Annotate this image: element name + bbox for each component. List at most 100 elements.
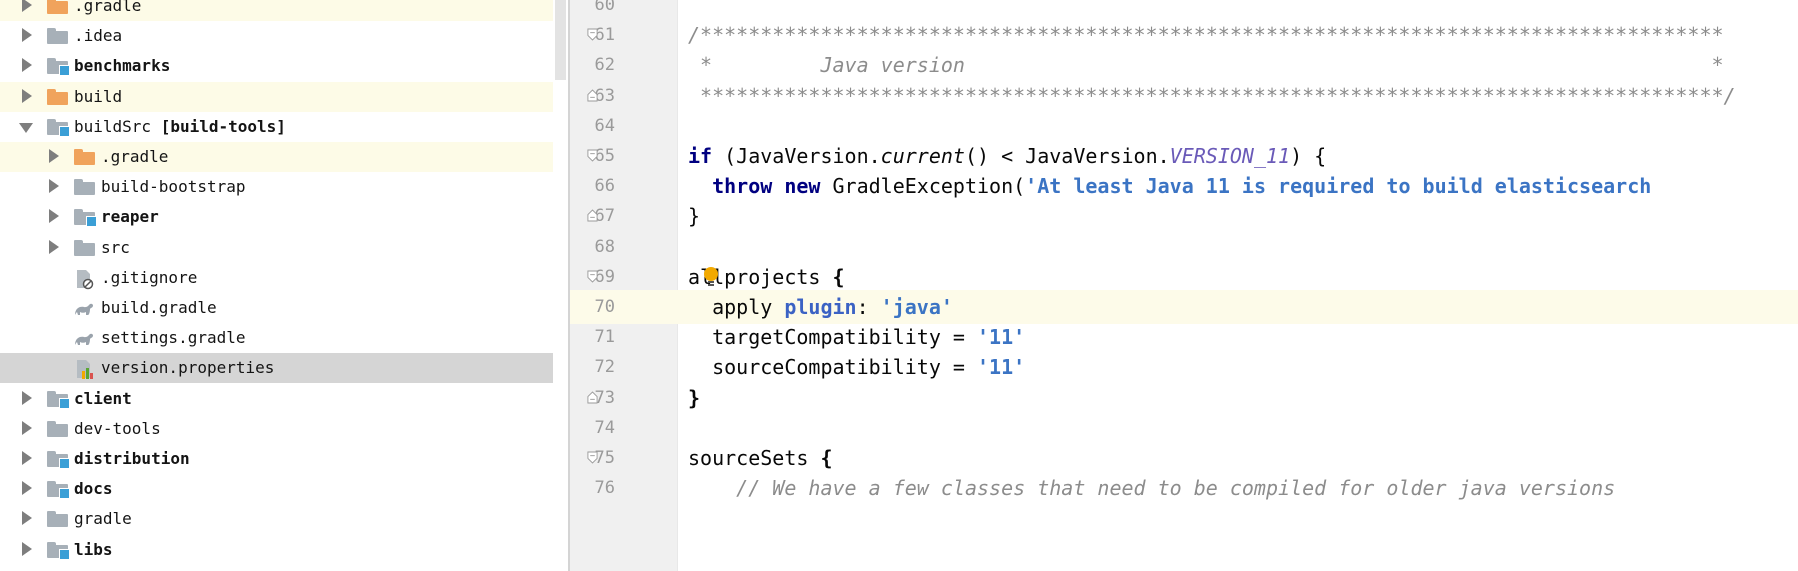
tree-item-label: dev-tools [74,414,161,444]
expand-arrow-right-icon[interactable] [22,541,32,556]
expand-arrow-right-icon[interactable] [49,209,59,224]
tree-item-label: .gradle [74,0,141,21]
fold-start-icon[interactable] [587,451,598,464]
code-token: : [856,295,881,319]
tree-item-label: gradle [74,504,132,534]
fold-end-icon[interactable] [587,88,598,102]
tree-folder-item[interactable]: reaper [0,202,553,232]
orange-folder-icon [74,149,95,165]
folder-icon [47,28,68,45]
tree-item-name: version.properties [101,358,275,378]
folder-icon [74,239,95,256]
expand-arrow-right-icon[interactable] [49,179,59,194]
folder-icon [47,511,68,528]
code-line[interactable]: 71 targetCompatibility = '11' [570,320,1798,354]
tree-file-item[interactable]: settings.gradle [0,323,553,353]
code-line[interactable]: 73} [570,381,1798,415]
tree-folder-item[interactable]: distribution [0,444,553,474]
code-line[interactable]: 68 [570,230,1798,264]
tree-file-item[interactable]: .gitignore [0,263,553,293]
expand-arrow-right-icon[interactable] [22,58,32,73]
code-text: // We have a few classes that need to be… [688,471,1615,505]
expand-arrow-right-icon[interactable] [49,239,59,254]
tree-folder-item[interactable]: dev-tools [0,414,553,444]
tree-folder-item[interactable]: .gradle [0,0,553,21]
code-line[interactable]: 63 *************************************… [570,79,1798,113]
code-line[interactable]: 72 sourceCompatibility = '11' [570,350,1798,384]
project-tree-scrollbar-thumb[interactable] [555,0,566,80]
code-line[interactable]: 62 * Java version * [570,48,1798,82]
tree-item-name: client [74,388,132,408]
tree-folder-item[interactable]: libs [0,535,553,565]
fold-start-icon[interactable] [587,28,598,41]
tree-folder-item[interactable]: li [0,565,553,571]
tree-folder-item[interactable]: docs [0,474,553,504]
fold-start-icon[interactable] [587,270,598,283]
expand-arrow-right-icon[interactable] [22,481,32,496]
code-line[interactable]: 70 apply plugin: 'java' [570,290,1798,324]
module-folder-icon [74,209,97,228]
code-token: targetCompatibility = [688,325,977,350]
tree-item-label: build-bootstrap [101,172,246,202]
code-line[interactable]: 75 sourceSets { [570,441,1798,475]
code-text: targetCompatibility = '11' [688,320,1025,354]
project-tree-panel[interactable]: .gradle .idea benchmarks build buildSrc [bui… [0,0,568,571]
fold-end-icon[interactable] [587,209,598,222]
code-line[interactable]: 66 throw new GradleException('At least J… [570,169,1798,203]
expand-arrow-right-icon[interactable] [22,451,32,465]
fold-start-icon[interactable] [587,149,598,162]
code-line[interactable]: 61/*************************************… [570,18,1798,52]
folder-icon [74,179,95,196]
line-number: 62 [594,55,615,76]
expand-arrow-down-icon[interactable] [19,122,33,133]
code-line[interactable]: 76 // We have a few classes that need to… [570,471,1798,505]
tree-item-name: distribution [74,449,190,468]
tree-item-name: .gradle [74,0,142,15]
expand-arrow-right-icon[interactable] [22,28,32,43]
tree-file-item[interactable]: version.properties [0,353,553,384]
tree-folder-item[interactable]: .idea [0,21,553,51]
expand-arrow-right-icon[interactable] [22,390,32,405]
expand-arrow-right-icon[interactable] [22,88,32,103]
line-number: 71 [594,327,615,348]
tree-item-label: benchmarks [74,51,170,81]
folder-icon [47,420,68,437]
tree-item-name: src [101,237,130,257]
expand-arrow-right-icon[interactable] [22,511,32,526]
code-line[interactable]: 64 [570,109,1798,143]
code-line[interactable]: 67} [570,199,1798,233]
tree-folder-item[interactable]: src [0,233,553,263]
tree-item-name: dev-tools [74,418,161,438]
tree-folder-item[interactable]: buildSrc [build-tools] [0,112,553,142]
tree-folder-item[interactable]: gradle [0,504,553,534]
tree-item-label: li [74,565,93,571]
code-line[interactable]: 74 [570,411,1798,445]
tree-folder-item[interactable]: client [0,384,553,414]
tree-folder-item[interactable]: benchmarks [0,51,553,81]
tree-item-label: build.gradle [101,293,217,323]
code-token: (JavaVersion. [712,144,881,168]
tree-file-item[interactable]: build.gradle [0,293,553,323]
fold-end-icon[interactable] [587,390,598,404]
tree-folder-item[interactable]: build [0,81,553,112]
project-tree-scrollbar[interactable] [553,0,567,571]
tree-folder-item[interactable]: .gradle [0,142,553,172]
tree-item-label: src [101,233,130,263]
tree-item-label: buildSrc [build-tools] [74,112,286,142]
code-text: ****************************************… [688,79,1736,113]
code-line[interactable]: 65 if (JavaVersion.current() < JavaVersio… [570,139,1798,173]
code-editor[interactable]: 60 61/***********************************… [570,0,1798,571]
tree-item-label: client [74,384,132,414]
intention-bulb-icon[interactable] [703,266,719,288]
code-text: apply plugin: 'java' [688,290,953,324]
module-folder-icon [47,481,70,500]
code-line[interactable]: 69 allprojects { [570,260,1798,294]
code-text: } [688,381,700,415]
code-token: sourceSets [688,446,821,470]
line-number: 74 [594,417,615,438]
expand-arrow-right-icon[interactable] [22,0,32,12]
tree-item-name: settings.gradle [101,328,246,348]
expand-arrow-right-icon[interactable] [49,149,59,163]
tree-folder-item[interactable]: build-bootstrap [0,172,553,202]
expand-arrow-right-icon[interactable] [22,420,32,435]
